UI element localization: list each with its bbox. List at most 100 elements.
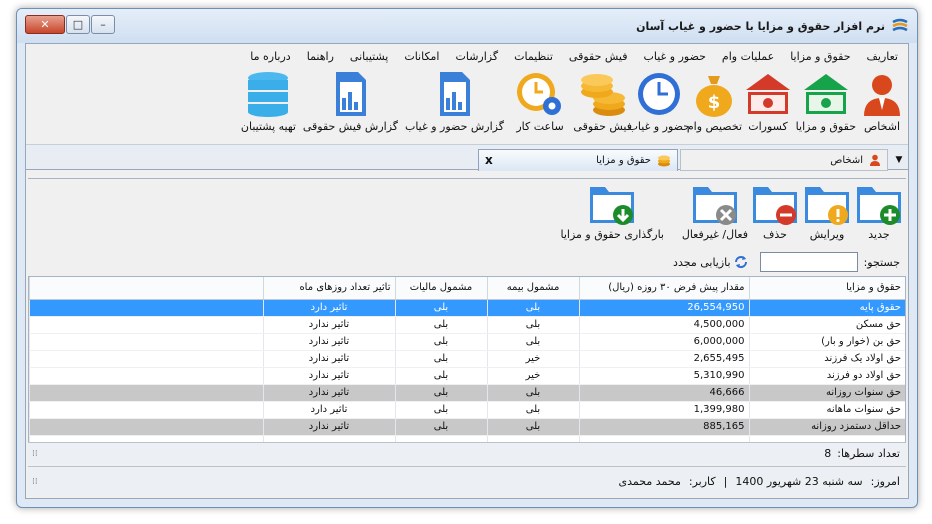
column-header-name[interactable]: حقوق و مزایا	[748, 277, 905, 300]
clock-icon	[637, 73, 680, 115]
cell-tax: بلی	[394, 384, 487, 402]
main-client-area: تعاریف حقوق و مزایا عملیات وام حضور و غی…	[25, 43, 909, 499]
cell-empty	[29, 418, 263, 436]
ribbon-backup-button[interactable]: تهیه پشتیبان	[241, 70, 296, 133]
menu-support[interactable]: پشتیبانی	[350, 50, 388, 63]
delete-button[interactable]: حذف	[750, 181, 800, 241]
new-button[interactable]: جدید	[854, 181, 904, 241]
reload-salary-button[interactable]: بارگذاری حقوق و مزایا	[560, 181, 664, 241]
table-row[interactable]: حق مسکن 4,500,000 بلی بلی تاثیر ندارد	[29, 316, 905, 334]
cell-empty	[29, 316, 263, 334]
ribbon-payslip-report-button[interactable]: گزارش فیش حقوقی	[303, 70, 398, 133]
reload-salary-label: بارگذاری حقوق و مزایا	[560, 228, 664, 241]
ribbon-persons-label: اشخاص	[863, 120, 901, 133]
cell-empty	[29, 367, 263, 385]
table-row[interactable]: حق سنوات ماهانه 1,399,980 بلی بلی تاثیر دارد	[29, 401, 905, 419]
search-row: جستجو: بازیابی مجدد	[673, 251, 900, 273]
cell-amount: 4,500,000	[578, 316, 749, 334]
close-button[interactable]: ✕	[25, 15, 65, 34]
svg-text:$: $	[708, 92, 721, 113]
table-row[interactable]: حق بن (خوار و بار) 6,000,000 بلی بلی تاثیر ن…	[29, 333, 905, 351]
cell-name: حقوق پایه	[748, 299, 905, 317]
menu-tools[interactable]: امکانات	[404, 50, 439, 63]
app-window: نرم افزار حقوق و مزایا با حضور و غیاب آس…	[16, 8, 918, 508]
cell-amount: 46,666	[578, 384, 749, 402]
user-label: کاربر:	[688, 475, 716, 488]
database-icon	[248, 72, 289, 117]
ribbon-backup-label: تهیه پشتیبان	[240, 120, 296, 133]
salary-panel: جدید ویرایش حذف فعال/ غیرفعال بارگذاری ح…	[28, 178, 906, 496]
table-row[interactable]: حداقل دستمزد روزانه 885,165 بلی بلی تاثیر ند…	[29, 418, 905, 436]
tab-salary[interactable]: حقوق و مزایا x	[478, 149, 678, 171]
menu-attendance[interactable]: حضور و غیاب	[643, 50, 705, 63]
user-value: محمد محمدی	[618, 475, 681, 488]
menu-definitions[interactable]: تعاریف	[867, 50, 898, 63]
cell-name: حق اولاد دو فرزند	[748, 367, 905, 385]
title-bar[interactable]: نرم افزار حقوق و مزایا با حضور و غیاب آس…	[17, 9, 917, 43]
tab-persons[interactable]: اشخاص	[680, 149, 888, 171]
refresh-button[interactable]: بازیابی مجدد	[673, 255, 748, 269]
cell-empty	[29, 350, 263, 368]
column-header-days-effect[interactable]: تاثیر تعداد روزهای ماه	[262, 277, 395, 300]
cell-tax: بلی	[394, 299, 487, 317]
menu-about[interactable]: درباره ما	[250, 50, 290, 63]
table-row[interactable]: حق اولاد یک فرزند 2,655,495 خیر بلی تاثیر ند…	[29, 350, 905, 368]
menu-payslip[interactable]: فیش حقوقی	[569, 50, 628, 63]
tab-close-icon[interactable]: x	[485, 153, 493, 167]
ribbon-attendance-button[interactable]: حضور و غیاب	[628, 70, 690, 133]
money-deduction-icon	[746, 74, 790, 114]
column-header-tax[interactable]: مشمول مالیات	[394, 277, 487, 300]
folder-add-icon	[857, 187, 901, 225]
search-label: جستجو:	[863, 255, 900, 269]
ribbon-persons-button[interactable]: اشخاص	[858, 70, 906, 133]
coins-icon	[580, 74, 625, 116]
table-row[interactable]: حقوق پایه 26,554,950 بلی بلی تاثیر دارد	[29, 299, 905, 317]
cell-tax: بلی	[394, 316, 487, 334]
column-header-empty	[29, 277, 263, 300]
column-header-amount[interactable]: مقدار پیش فرض ۳۰ روزه (ریال)	[578, 277, 749, 300]
ribbon-attendance-report-label: گزارش حضور و غیاب	[404, 120, 504, 133]
report-chart-icon	[336, 72, 367, 116]
report-chart-icon	[440, 72, 471, 116]
person-icon	[864, 75, 900, 116]
salary-grid: حقوق و مزایا مقدار پیش فرض ۳۰ روزه (ریال…	[28, 276, 906, 451]
ribbon-loan-button[interactable]: $ تخصیص وام	[687, 70, 742, 133]
toggle-active-button[interactable]: فعال/ غیرفعال	[682, 181, 748, 241]
menu-loan[interactable]: عملیات وام	[722, 50, 774, 63]
cell-name: حق بن (خوار و بار)	[748, 333, 905, 351]
menu-reports[interactable]: گزارشات	[456, 50, 499, 63]
table-row[interactable]: حق اولاد دو فرزند 5,310,990 خیر بلی تاثیر ند…	[29, 367, 905, 385]
ribbon-deductions-button[interactable]: کسورات	[742, 70, 794, 133]
row-count-bar: تعداد سطرها: 8 ⁞⁞	[28, 442, 906, 464]
minimize-button[interactable]: –	[91, 15, 115, 34]
row-count-label: تعداد سطرها:	[837, 447, 900, 460]
money-bag-icon: $	[696, 76, 733, 117]
cell-amount: 5,310,990	[578, 367, 749, 385]
cell-insurance: خیر	[486, 350, 579, 368]
cell-tax: بلی	[394, 350, 487, 368]
cell-days-effect: تاثیر ندارد	[262, 316, 395, 334]
grip-icon: ⁞⁞	[32, 448, 38, 459]
money-house-icon	[803, 74, 848, 114]
edit-button[interactable]: ویرایش	[802, 181, 852, 241]
cell-tax: بلی	[394, 418, 487, 436]
folder-warning-icon	[805, 187, 849, 225]
menu-settings[interactable]: تنظیمات	[514, 50, 553, 63]
ribbon-payslip-button[interactable]: فیش حقوقی	[573, 70, 632, 133]
cell-days-effect: تاثیر ندارد	[262, 350, 395, 368]
table-header-row: حقوق و مزایا مقدار پیش فرض ۳۰ روزه (ریال…	[29, 277, 905, 300]
menu-salary[interactable]: حقوق و مزایا	[790, 50, 850, 63]
cell-amount: 885,165	[578, 418, 749, 436]
search-input[interactable]	[759, 252, 858, 272]
cell-name: حق سنوات ماهانه	[748, 401, 905, 419]
ribbon-attendance-report-button[interactable]: گزارش حضور و غیاب	[405, 70, 504, 133]
cell-empty	[29, 299, 263, 317]
table-row[interactable]: حق سنوات روزانه 46,666 بلی بلی تاثیر ندارد	[29, 384, 905, 402]
maximize-button[interactable]: □	[66, 15, 90, 34]
tabs-dropdown-icon[interactable]: ▼	[892, 151, 906, 169]
menu-help[interactable]: راهنما	[307, 50, 334, 63]
ribbon-worktime-button[interactable]: ساعت کار	[514, 70, 566, 133]
column-header-insurance[interactable]: مشمول بیمه	[486, 277, 579, 300]
ribbon-salary-button[interactable]: حقوق و مزایا	[796, 70, 856, 133]
cell-days-effect: تاثیر ندارد	[262, 418, 395, 436]
